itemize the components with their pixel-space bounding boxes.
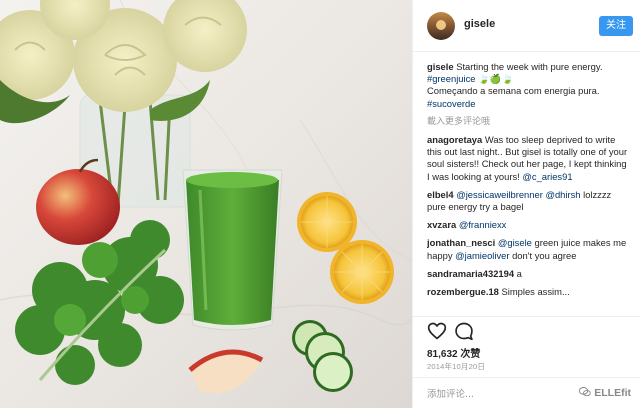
wechat-icon [579, 387, 591, 397]
post-side-panel: gisele 关注 gisele Starting the week with … [412, 0, 640, 408]
comment-username[interactable]: jonathan_nesci [427, 237, 495, 248]
green-juice-glass [182, 169, 283, 331]
comment-username[interactable]: sandramaria432194 [427, 268, 514, 279]
post-actions: 81,632 次赞 2014年10月20日 ELLEfit [413, 316, 640, 408]
comment-mention[interactable]: @c_aries91 [522, 171, 572, 182]
comment-item: xvzara @franniexx [427, 219, 629, 231]
likes-count[interactable]: 81,632 次赞 [427, 345, 480, 360]
caption-emoji: 🍃🍏🍃 [478, 73, 514, 85]
comment-item: jonathan_nesci @gisele green juice makes… [427, 237, 629, 261]
comment-text: don't you agree [512, 249, 577, 261]
comment-item: rozembergue.18 Simples assim... [427, 286, 629, 298]
add-comment-input[interactable] [427, 386, 537, 402]
comment-text: Simples assim... [501, 286, 570, 298]
comment-item: sandramaria432194 a [427, 268, 629, 280]
caption-text: Starting the week with pure energy. [456, 61, 603, 72]
watermark-text: ELLEfit [594, 387, 631, 399]
comment-mention[interactable]: @jamieoliver [455, 250, 509, 261]
comment-mention[interactable]: @jessicaweilbrenner [456, 189, 543, 200]
load-more-comments-link[interactable]: 載入更多评论哦 [427, 116, 629, 128]
watermark: ELLEfit [579, 387, 631, 399]
comment-username[interactable]: xvzara [427, 219, 456, 230]
follow-button[interactable]: 关注 [599, 16, 633, 36]
comment-username[interactable]: elbel4 [427, 189, 454, 200]
comment-item: anagoretaya Was too sleep deprived to wr… [427, 134, 629, 183]
caption-text-pt: Começando a semana com energia pura. [427, 85, 600, 97]
comment-mention[interactable]: @franniexx [459, 219, 507, 230]
post-date: 2014年10月20日 [427, 362, 486, 371]
avatar-sunset [436, 20, 446, 30]
comment-username[interactable]: rozembergue.18 [427, 286, 499, 297]
comment-item: elbel4 @jessicaweilbrenner @dhirsh lolzz… [427, 189, 629, 213]
post-caption: gisele Starting the week with pure energ… [427, 61, 629, 110]
add-comment-bar: ELLEfit [413, 377, 640, 408]
comment-mention[interactable]: @dhirsh [545, 189, 580, 200]
comment-text: a [516, 267, 522, 279]
comment-mention[interactable]: @gisele [498, 237, 532, 248]
post-photo[interactable] [0, 0, 412, 408]
post-header: gisele 关注 [413, 0, 640, 52]
comment-icon[interactable] [454, 321, 474, 341]
avatar[interactable] [427, 12, 455, 40]
hashtag-sucoverde[interactable]: #sucoverde [427, 98, 475, 109]
heart-icon[interactable] [427, 321, 447, 341]
green-juice-still-life-image [0, 0, 412, 408]
comment-username[interactable]: anagoretaya [427, 134, 482, 145]
hashtag-greenjuice[interactable]: #greenjuice [427, 73, 475, 84]
header-username[interactable]: gisele [464, 18, 495, 30]
caption-username[interactable]: gisele [427, 61, 454, 72]
comments-list[interactable]: gisele Starting the week with pure energ… [427, 61, 629, 316]
